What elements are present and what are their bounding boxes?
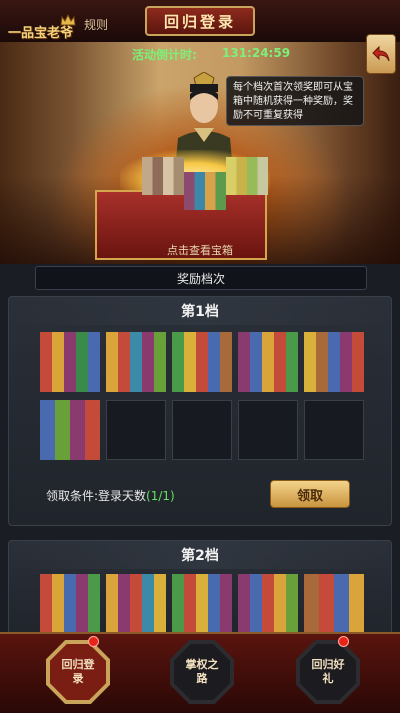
rules-link[interactable]: 规则 — [84, 16, 108, 33]
tier-title: 第1档 — [9, 297, 391, 325]
reward-preview-item — [142, 157, 184, 195]
empty-slot — [172, 400, 232, 460]
claim-condition: 领取条件:登录天数(1/1) — [46, 487, 175, 504]
reward-preview-item — [226, 157, 268, 195]
nav-label: 掌权之路 — [185, 658, 219, 685]
reward-item-slot[interactable] — [172, 574, 232, 634]
back-button[interactable] — [366, 34, 396, 74]
tip-bubble: 每个档次首次领奖即可从宝箱中随机获得一种奖励，奖励不可重复获得 — [226, 76, 364, 126]
nav-label: 回归好礼 — [311, 658, 345, 685]
reward-item-slot[interactable] — [238, 574, 298, 634]
notification-badge — [338, 636, 349, 647]
nav-path-to-power[interactable]: 掌权之路 — [170, 640, 234, 704]
reward-item-slot[interactable] — [40, 332, 100, 392]
claim-button[interactable]: 领取 — [270, 480, 350, 508]
reward-tiers-header: 奖励档次 — [35, 266, 367, 290]
return-arrow-icon — [372, 45, 390, 62]
reward-item-slot[interactable] — [172, 332, 232, 392]
crown-icon — [60, 14, 76, 26]
reward-item-slot[interactable] — [304, 332, 364, 392]
page-title: 回归登录 — [145, 6, 255, 36]
reward-item-slot[interactable] — [106, 332, 166, 392]
empty-slot — [106, 400, 166, 460]
claim-progress: (1/1) — [146, 489, 175, 503]
claim-condition-label: 领取条件:登录天数 — [46, 489, 147, 503]
nav-label: 回归登录 — [61, 658, 95, 685]
countdown-label: 活动倒计时: — [132, 48, 197, 62]
notification-badge — [88, 636, 99, 647]
reward-item-slot[interactable] — [106, 574, 166, 634]
nav-return-login[interactable]: 回归登录 — [46, 636, 110, 704]
tier-title: 第2档 — [9, 541, 391, 569]
nav-return-gifts[interactable]: 回归好礼 — [296, 636, 360, 704]
reward-item-slot[interactable] — [238, 332, 298, 392]
empty-slot — [304, 400, 364, 460]
countdown-value: 131:24:59 — [222, 46, 291, 60]
reward-item-slot[interactable] — [40, 574, 100, 634]
view-chest-label[interactable]: 点击查看宝箱 — [0, 242, 400, 258]
empty-slot — [238, 400, 298, 460]
reward-item-slot[interactable] — [40, 400, 100, 460]
reward-item-slot[interactable] — [304, 574, 364, 634]
reward-preview-item — [184, 172, 226, 210]
